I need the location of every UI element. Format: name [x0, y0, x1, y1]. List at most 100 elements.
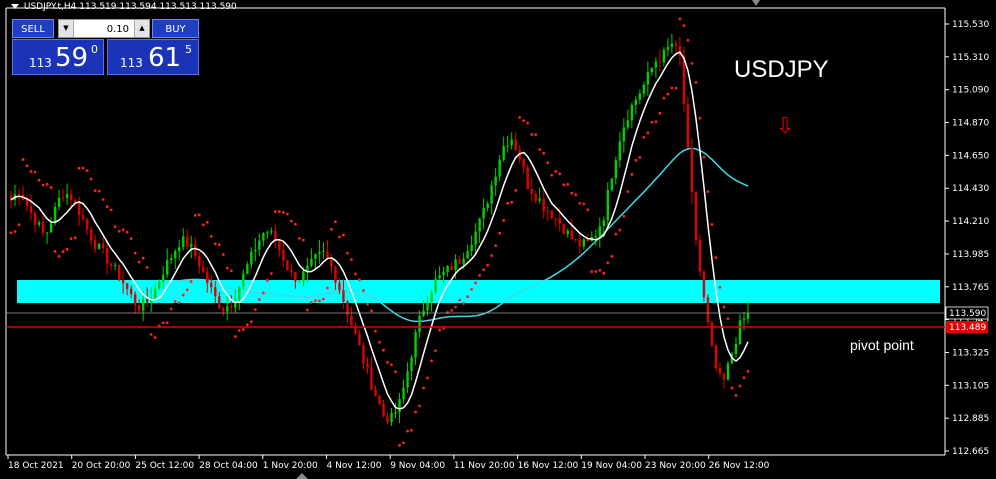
- candle-body: [482, 207, 485, 219]
- candle-body: [510, 139, 513, 146]
- candle-body: [178, 247, 181, 252]
- buy-price-box[interactable]: 113 61 5: [107, 39, 199, 75]
- sar-dot: [350, 258, 353, 261]
- x-tick-label: 20 Oct 20:00: [72, 461, 131, 471]
- candle-body: [186, 236, 189, 247]
- candle-body: [538, 198, 541, 201]
- candle-body: [166, 260, 169, 275]
- candle-body: [714, 345, 718, 369]
- symbol-annotation: USDJPY: [734, 56, 829, 83]
- sar-dot: [634, 158, 638, 162]
- sar-dot: [674, 86, 678, 90]
- x-tick-label: 4 Nov 12:00: [327, 461, 382, 471]
- candle-body: [370, 367, 373, 390]
- sar-dot: [354, 272, 357, 276]
- lot-increase-icon[interactable]: ▲: [134, 20, 149, 37]
- sar-dot: [530, 133, 534, 136]
- sar-dot: [13, 230, 17, 233]
- sar-dot: [133, 251, 137, 255]
- candle-body: [598, 226, 601, 237]
- sar-dot: [245, 323, 249, 327]
- buy-price-main: 61: [148, 43, 182, 73]
- candle-body: [182, 236, 185, 248]
- candle-body: [410, 357, 413, 372]
- candle-body: [101, 243, 105, 249]
- sar-dot: [205, 220, 209, 224]
- candle-body: [618, 141, 622, 161]
- sar-dot: [73, 236, 77, 240]
- candle-body: [494, 176, 497, 186]
- sar-dot: [221, 253, 225, 256]
- sar-dot: [494, 244, 498, 248]
- sar-dot: [45, 182, 49, 186]
- y-tick-label: 115.090: [952, 86, 989, 96]
- y-tick-label: 114.650: [952, 151, 989, 161]
- sar-dot: [137, 260, 141, 264]
- ohlc-values: 113.519 113.594 113.513 113.590: [79, 2, 237, 12]
- candle-body: [514, 139, 517, 151]
- candle-body: [89, 229, 93, 241]
- candle-body: [242, 273, 245, 287]
- candle-body: [390, 412, 393, 423]
- sar-dot: [430, 359, 433, 363]
- candle-body: [526, 167, 529, 190]
- candle-body: [81, 215, 85, 220]
- x-tick-label: 26 Nov 12:00: [709, 461, 770, 471]
- candle-body: [141, 298, 145, 311]
- candle-body: [334, 266, 337, 283]
- sar-dot: [121, 228, 125, 232]
- sell-button[interactable]: SELL: [12, 19, 54, 38]
- sar-dot: [217, 243, 221, 247]
- sar-dot: [406, 429, 409, 433]
- x-tick-label: 23 Nov 20:00: [645, 461, 706, 471]
- candle-body: [358, 333, 361, 346]
- candle-body: [614, 160, 618, 179]
- sar-dot: [265, 278, 269, 282]
- sar-dot: [590, 270, 594, 274]
- sar-dot: [330, 227, 333, 231]
- fast-ma-line: [10, 51, 749, 410]
- y-tick-label: 113.985: [952, 250, 989, 260]
- candle-body: [498, 159, 501, 177]
- sar-dot: [193, 213, 197, 217]
- sar-dot: [322, 297, 325, 301]
- sar-dot: [394, 370, 397, 374]
- buy-button[interactable]: BUY: [152, 19, 199, 38]
- sar-dot: [281, 210, 285, 214]
- sar-dot: [69, 237, 73, 240]
- sar-dot: [101, 198, 105, 201]
- sar-dot: [426, 376, 429, 380]
- y-tick-label: 114.210: [952, 217, 989, 227]
- candle-body: [426, 302, 429, 311]
- sar-dot: [542, 151, 546, 155]
- lot-decrease-icon[interactable]: ▼: [59, 20, 74, 37]
- sar-dot: [105, 205, 109, 209]
- candle-body: [218, 296, 221, 309]
- candle-body: [194, 244, 197, 257]
- menu-caret-icon[interactable]: [11, 4, 19, 9]
- sar-dot: [334, 220, 337, 224]
- chart-header: USDJPY.t,H4 113.519 113.594 113.513 113.…: [11, 2, 237, 12]
- candle-body: [650, 67, 654, 73]
- time-scroll-marker: [296, 473, 308, 479]
- candle-body: [258, 240, 261, 250]
- sar-dot: [93, 189, 97, 192]
- candle-body: [710, 322, 714, 346]
- y-tick-label: 115.310: [952, 53, 989, 63]
- sar-dot: [422, 386, 425, 390]
- sar-dot: [706, 190, 710, 194]
- candle-body: [129, 288, 133, 295]
- lot-size-input[interactable]: 0.10: [107, 20, 129, 39]
- sar-dot: [237, 329, 241, 332]
- sar-dot: [654, 120, 658, 124]
- sar-dot: [610, 254, 614, 258]
- lot-size-stepper[interactable]: ▼ 0.10 ▲: [58, 19, 150, 38]
- sar-dot: [213, 242, 217, 246]
- sar-dot: [113, 225, 117, 229]
- candle-body: [474, 231, 477, 245]
- candle-body: [738, 320, 742, 345]
- sar-dot: [574, 193, 578, 197]
- y-tick-label: 112.665: [952, 447, 989, 457]
- sell-price-box[interactable]: 113 59 0: [12, 39, 104, 75]
- candle-body: [198, 256, 201, 267]
